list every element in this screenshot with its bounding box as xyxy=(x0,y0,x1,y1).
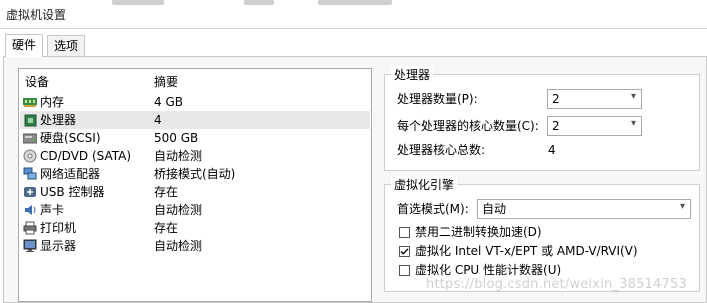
cores-per-processor-value: 2 xyxy=(552,119,560,133)
device-name: 处理器 xyxy=(40,113,77,127)
device-row-display[interactable]: 显示器 自动检测 xyxy=(20,237,370,255)
device-column-header[interactable]: 设备 xyxy=(25,73,49,91)
title-bar: 虚拟机设置 xyxy=(0,0,707,29)
preferred-mode-label: 首选模式(M): xyxy=(397,202,469,216)
device-name: USB 控制器 xyxy=(40,185,105,199)
watermark-text: https://blog.csdn.net/weixin_38514753 xyxy=(426,277,687,292)
device-summary: 自动检测 xyxy=(154,203,203,217)
network-adapter-icon xyxy=(23,167,37,181)
tab-hardware[interactable]: 硬件 xyxy=(5,34,44,57)
summary-column-header[interactable]: 摘要 xyxy=(154,73,178,91)
device-name: 声卡 xyxy=(40,203,65,217)
sound-card-icon xyxy=(23,203,37,217)
device-row-sound-card[interactable]: 声卡 自动检测 xyxy=(20,201,370,219)
device-name: 网络适配器 xyxy=(40,167,101,181)
processor-group-legend: 处理器 xyxy=(391,66,434,83)
device-row-memory[interactable]: 内存 4 GB xyxy=(20,93,370,111)
tab-bar: 硬件 选项 xyxy=(0,34,707,57)
virtualize-vtx-label[interactable]: 虚拟化 Intel VT-x/EPT 或 AMD-V/RVI(V) xyxy=(415,242,638,260)
device-summary: 4 GB xyxy=(154,95,183,109)
memory-icon xyxy=(23,95,37,109)
blurred-bar xyxy=(318,0,392,5)
virtualization-engine-group: 虚拟化引擎 首选模式(M): 自动 ▾ 禁用二进制转换加速(D) 虚拟化 Int… xyxy=(384,176,700,292)
chevron-down-icon: ▾ xyxy=(679,201,685,212)
blurred-bar xyxy=(112,0,164,5)
device-row-printer[interactable]: 打印机 存在 xyxy=(20,219,370,237)
disable-binary-translation-checkbox[interactable] xyxy=(399,227,410,238)
preferred-mode-value: 自动 xyxy=(482,202,507,216)
cores-per-processor-select[interactable]: 2 ▾ xyxy=(547,116,642,136)
chevron-down-icon: ▾ xyxy=(630,118,636,129)
device-row-processor[interactable]: 处理器 4 xyxy=(20,111,370,129)
tab-options[interactable]: 选项 xyxy=(47,35,86,56)
device-summary: 4 xyxy=(154,113,162,127)
window-title: 虚拟机设置 xyxy=(6,8,67,22)
device-name: 显示器 xyxy=(40,239,77,253)
hard-disk-icon xyxy=(23,131,37,145)
processor-count-value: 2 xyxy=(552,92,560,106)
processor-count-select[interactable]: 2 ▾ xyxy=(547,89,642,109)
preferred-mode-select[interactable]: 自动 ▾ xyxy=(477,199,691,219)
virtualization-group-legend: 虚拟化引擎 xyxy=(391,176,458,193)
device-row-hard-disk[interactable]: 硬盘(SCSI) 500 GB xyxy=(20,129,370,147)
device-summary: 自动检测 xyxy=(154,149,203,163)
usb-icon xyxy=(23,185,37,199)
device-list[interactable]: 设备 摘要 内存 4 GB 处理器 4 硬盘(SCSI) 500 GB CD/D… xyxy=(18,68,372,302)
processor-count-label: 处理器数量(P): xyxy=(397,92,478,106)
device-name: 打印机 xyxy=(40,221,77,235)
disable-binary-translation-label[interactable]: 禁用二进制转换加速(D) xyxy=(415,223,542,241)
device-summary: 桥接模式(自动) xyxy=(154,167,236,181)
device-name: 内存 xyxy=(40,95,65,109)
device-row-network-adapter[interactable]: 网络适配器 桥接模式(自动) xyxy=(20,165,370,183)
device-summary: 存在 xyxy=(154,185,179,199)
processor-group: 处理器 处理器数量(P): 2 ▾ 每个处理器的核心数量(C): 2 ▾ 处理器… xyxy=(384,66,700,171)
virtualize-cpu-counters-checkbox[interactable] xyxy=(399,265,410,276)
printer-icon xyxy=(23,221,37,235)
device-name: CD/DVD (SATA) xyxy=(40,149,132,163)
blurred-bar xyxy=(244,0,274,5)
processor-icon xyxy=(23,113,37,127)
total-cores-value: 4 xyxy=(548,143,556,157)
chevron-down-icon: ▾ xyxy=(630,91,636,102)
virtualize-vtx-checkbox[interactable] xyxy=(399,246,410,257)
total-cores-label: 处理器核心总数: xyxy=(397,143,486,157)
device-row-cd-dvd[interactable]: CD/DVD (SATA) 自动检测 xyxy=(20,147,370,165)
device-name: 硬盘(SCSI) xyxy=(40,131,101,145)
device-row-usb-controller[interactable]: USB 控制器 存在 xyxy=(20,183,370,201)
device-summary: 存在 xyxy=(154,221,179,235)
cores-per-processor-label: 每个处理器的核心数量(C): xyxy=(397,119,539,133)
device-summary: 自动检测 xyxy=(154,239,203,253)
cd-dvd-icon xyxy=(23,149,37,163)
display-icon xyxy=(23,239,37,253)
checkmark-icon xyxy=(400,248,409,255)
device-summary: 500 GB xyxy=(154,131,199,145)
